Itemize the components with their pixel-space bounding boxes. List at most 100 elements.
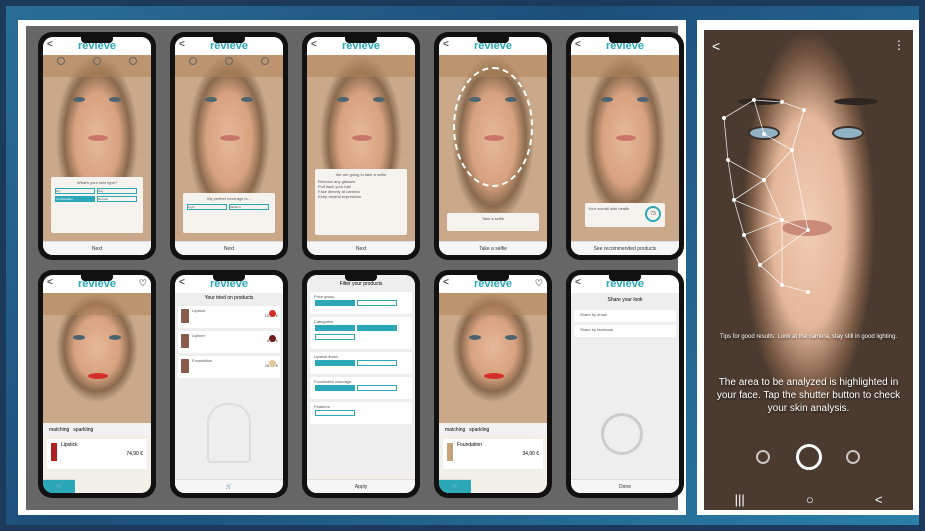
back-button[interactable]: < — [875, 492, 883, 507]
take-selfie-button[interactable]: Take a selfie — [439, 241, 547, 255]
option-normal[interactable]: Normal — [97, 196, 137, 202]
back-icon[interactable]: < — [575, 277, 581, 288]
phone-skin-score: < revieve Your overall skin health 73 Se… — [566, 32, 684, 260]
add-to-bag-button[interactable]: 🛒 — [43, 479, 76, 493]
brush-icon[interactable] — [261, 57, 269, 65]
back-icon[interactable]: < — [443, 39, 449, 50]
filter-panel: Filter your products Price group Categor… — [307, 275, 415, 475]
done-button[interactable]: Done — [571, 479, 679, 493]
android-nav-bar: ||| ○ < — [704, 488, 913, 510]
option-combination[interactable]: Combination — [55, 196, 95, 202]
heart-icon[interactable]: ♡ — [139, 278, 147, 289]
overlay-title: We are going to take a selfie — [335, 172, 387, 177]
analysis-instruction: The area to be analyzed is highlighted i… — [716, 377, 901, 414]
add-to-bag-button[interactable]: 🛒 — [439, 479, 472, 493]
selfie-hint: Take a selfie — [447, 213, 539, 231]
instructions-overlay: We are going to take a selfie Remove any… — [315, 169, 407, 235]
settings-icon[interactable] — [756, 450, 770, 464]
circle-icon[interactable] — [189, 57, 197, 65]
recents-button[interactable]: ||| — [735, 492, 745, 507]
instruction-4: Keep neutral expression — [318, 194, 362, 199]
option-oily[interactable]: Oily — [97, 188, 137, 194]
filter-section[interactable]: Foundation coverage — [310, 377, 412, 399]
overlay-title: What's your skin type? — [76, 180, 118, 185]
next-button[interactable]: Next — [175, 241, 283, 255]
tab-bar: matching sparkling — [439, 425, 547, 435]
product-card[interactable]: Foundation 34,90 € — [443, 439, 543, 469]
filter-section[interactable]: Price group — [310, 292, 412, 314]
tab-sparkling[interactable]: sparkling — [73, 427, 93, 433]
filter-section[interactable]: Features — [310, 402, 412, 424]
back-icon[interactable]: < — [179, 277, 185, 288]
circle-icon[interactable] — [57, 57, 65, 65]
phone-coverage: < revieve My perfect coverage is... Ligh… — [170, 32, 288, 260]
back-icon[interactable]: < — [311, 39, 317, 50]
product-price: 34,90 € — [522, 451, 539, 457]
tool-icons — [175, 57, 283, 69]
apply-button[interactable]: Apply — [307, 479, 415, 493]
option-light[interactable]: Light — [187, 204, 227, 210]
heart-icon[interactable]: ♡ — [535, 278, 543, 289]
list-item[interactable]: Lipliner8,55 € — [178, 331, 280, 353]
list-item[interactable]: Lipstick15,99 € — [178, 306, 280, 328]
recommended-products-button[interactable]: See recommended products — [571, 241, 679, 255]
tab-matching[interactable]: matching — [445, 427, 465, 433]
list-title: Your tried on products — [204, 295, 254, 301]
phone-skin-type: < revieve What's your skin type? Dry Oily… — [38, 32, 156, 260]
share-panel: Share your look Share by email Share by … — [571, 293, 679, 493]
face-photo — [43, 293, 151, 423]
phone-share: < revieve Share your look Share by email… — [566, 270, 684, 498]
overlay-title: My perfect coverage is... — [207, 196, 251, 201]
next-button[interactable]: Next — [307, 241, 415, 255]
option-medium[interactable]: Medium — [229, 204, 269, 210]
option-dry[interactable]: Dry — [55, 188, 95, 194]
shutter-button[interactable] — [796, 444, 822, 470]
empty-face-illustration — [207, 403, 251, 463]
face-icon[interactable] — [225, 57, 233, 65]
tool-icons — [43, 57, 151, 69]
tab-bar: matching sparkling — [43, 425, 151, 435]
score-card: Your overall skin health 73 — [585, 203, 665, 227]
bottom-actions[interactable]: 🛒 — [175, 479, 283, 493]
product-card[interactable]: Lipstick 74,90 € — [47, 439, 147, 469]
face-photo — [439, 293, 547, 423]
face-analysis-photo: < ⋮ Tips for good results: Look at the c… — [704, 30, 913, 510]
product-price: 74,90 € — [126, 451, 143, 457]
phone-selfie-instructions: < revieve We are going to take a selfie … — [302, 32, 420, 260]
score-label: Your overall skin health — [588, 206, 630, 211]
face-icon[interactable] — [93, 57, 101, 65]
tab-matching[interactable]: matching — [49, 427, 69, 433]
phone-tryon-foundation: < revieve ♡ matching sparkling Foundation… — [434, 270, 552, 498]
tip-text: Tips for good results: Look at the camer… — [719, 334, 898, 340]
share-icon — [601, 413, 643, 455]
list-item[interactable]: Foundation28,90 € — [178, 356, 280, 378]
back-icon[interactable]: < — [47, 277, 53, 288]
share-facebook-button[interactable]: Share by facebook — [574, 325, 676, 337]
filter-section[interactable]: Lipstick finish — [310, 352, 412, 374]
product-name: Foundation — [457, 442, 483, 448]
back-icon[interactable]: < — [179, 39, 185, 50]
question-overlay: What's your skin type? Dry Oily Combinati… — [51, 177, 143, 233]
phone-filter: Filter your products Price group Categor… — [302, 270, 420, 498]
score-ring: 73 — [645, 206, 661, 222]
question-overlay: My perfect coverage is... Light Medium — [183, 193, 275, 233]
face-mesh-overlay — [722, 98, 810, 294]
gallery-icon[interactable] — [846, 450, 860, 464]
product-name: Lipstick — [61, 442, 78, 448]
brush-icon[interactable] — [129, 57, 137, 65]
home-button[interactable]: ○ — [806, 492, 814, 507]
share-email-button[interactable]: Share by email — [574, 310, 676, 322]
share-title: Share your look — [607, 297, 643, 303]
phone-tried-products: < revieve Your tried on products Lipstic… — [170, 270, 288, 498]
product-list: Your tried on products Lipstick15,99 € L… — [175, 293, 283, 493]
phone-tryon-lipstick: < revieve ♡ matching sparkling Lipstick 7… — [38, 270, 156, 498]
face-guide-outline — [453, 67, 533, 187]
phone-take-selfie: < revieve Take a selfie Take a selfie — [434, 32, 552, 260]
phone-screen: < revieve What's your skin type? Dry Oily… — [43, 37, 151, 255]
tab-sparkling[interactable]: sparkling — [469, 427, 489, 433]
back-icon[interactable]: < — [443, 277, 449, 288]
back-icon[interactable]: < — [47, 39, 53, 50]
next-button[interactable]: Next — [43, 241, 151, 255]
filter-section[interactable]: Categories — [310, 317, 412, 349]
back-icon[interactable]: < — [575, 39, 581, 50]
